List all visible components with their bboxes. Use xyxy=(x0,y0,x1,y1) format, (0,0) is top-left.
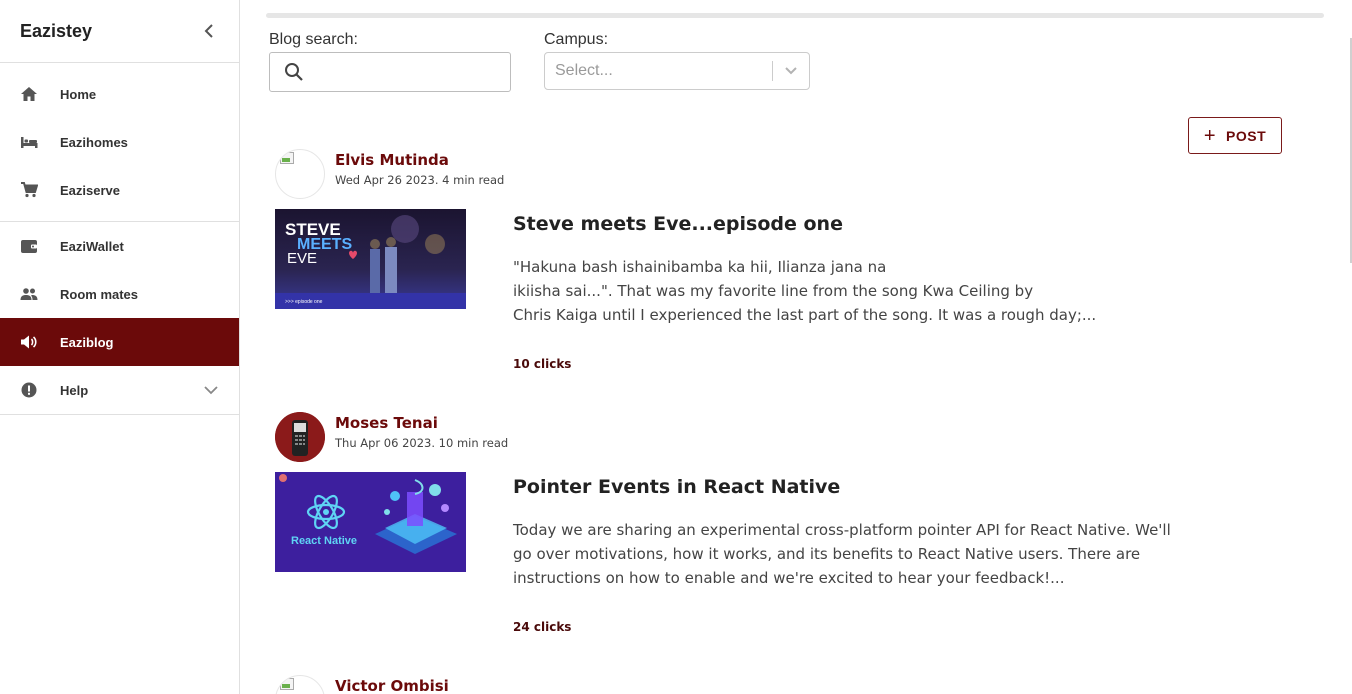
blog-search-label: Blog search: xyxy=(269,31,358,48)
post-thumbnail[interactable]: React Native xyxy=(275,472,466,572)
search-icon xyxy=(285,63,303,81)
plus-icon: + xyxy=(1203,124,1217,147)
campus-select-placeholder: Select... xyxy=(555,62,613,79)
author-name[interactable]: Victor Ombisi xyxy=(335,677,449,694)
thumbnail-text: >>> episode one xyxy=(285,299,323,305)
post-excerpt: Today we are sharing an experimental cro… xyxy=(513,518,1213,590)
author-meta: Moses Tenai Thu Apr 06 2023. 10 min read xyxy=(335,412,508,450)
new-post-button-label: POST xyxy=(1226,127,1267,144)
app-title: Eazistey xyxy=(20,20,93,41)
sidebar-item-help[interactable]: Help xyxy=(0,366,239,414)
campus-dropdown-toggle[interactable] xyxy=(773,66,809,76)
excerpt-line: Today we are sharing an experimental cro… xyxy=(513,521,1171,539)
sidebar-item-eaziserve[interactable]: Eaziserve xyxy=(0,166,239,214)
post-author: Victor Ombisi xyxy=(275,675,449,694)
sidebar-item-label: Eaziblog xyxy=(60,334,114,350)
author-meta: Victor Ombisi xyxy=(335,675,449,694)
sidebar-group-secondary: EaziWallet Room mates Eaziblog Help xyxy=(0,222,239,415)
excerpt-line: ikiisha sai...". That was my favorite li… xyxy=(513,282,1034,300)
chevron-down-icon xyxy=(204,386,218,395)
blog-search-input[interactable] xyxy=(312,64,502,80)
excerpt-line: Chris Kaiga until I experienced the last… xyxy=(513,306,1097,324)
top-progress-bar xyxy=(266,13,1324,18)
author-meta: Elvis Mutinda Wed Apr 26 2023. 4 min rea… xyxy=(335,149,504,187)
sidebar-item-eaziwallet[interactable]: EaziWallet xyxy=(0,222,239,270)
post-thumbnail[interactable]: STEVE MEETS EVE >>> episode one xyxy=(275,209,466,309)
people-icon xyxy=(20,285,38,303)
post-clicks: 10 clicks xyxy=(513,357,572,371)
thumbnail-text: EVE xyxy=(287,250,317,267)
post-date: Wed Apr 26 2023. 4 min read xyxy=(335,173,505,187)
author-name[interactable]: Moses Tenai xyxy=(335,414,508,432)
app: Eazistey Home Eazihomes Eaziserve EaziWa… xyxy=(0,0,1352,694)
sidebar-item-eaziblog[interactable]: Eaziblog xyxy=(0,318,239,366)
post-author: Moses Tenai Thu Apr 06 2023. 10 min read xyxy=(275,412,508,462)
thumbnail-text: React Native xyxy=(291,535,357,547)
sidebar-item-room-mates[interactable]: Room mates xyxy=(0,270,239,318)
wallet-icon xyxy=(20,237,38,255)
broken-image-icon xyxy=(280,152,294,164)
excerpt-line: go over motivations, how it works, and i… xyxy=(513,545,1141,563)
avatar[interactable] xyxy=(275,149,325,199)
collapse-sidebar-button[interactable] xyxy=(199,21,219,41)
main-content: Blog search: Campus: Select... + POST El… xyxy=(240,0,1352,694)
home-icon xyxy=(20,85,38,103)
excerpt-line: instructions on how to enable and we're … xyxy=(513,569,1065,587)
post-title[interactable]: Pointer Events in React Native xyxy=(513,476,840,498)
broken-image-icon xyxy=(280,678,294,690)
post-excerpt: "Hakuna bash ishainibamba ka hii, Ilianz… xyxy=(513,255,1213,327)
alert-icon xyxy=(20,381,38,399)
author-name[interactable]: Elvis Mutinda xyxy=(335,151,504,169)
sidebar-item-label: Eazihomes xyxy=(60,134,128,150)
campus-label: Campus: xyxy=(544,31,609,48)
sidebar-item-label: Eaziserve xyxy=(60,182,120,198)
avatar[interactable] xyxy=(275,412,325,462)
campus-select[interactable]: Select... xyxy=(544,52,810,90)
sidebar-item-label: Room mates xyxy=(60,286,139,302)
post-date: Thu Apr 06 2023. 10 min read xyxy=(335,436,509,450)
sidebar-item-eazihomes[interactable]: Eazihomes xyxy=(0,118,239,166)
blog-post: Moses Tenai Thu Apr 06 2023. 10 min read… xyxy=(275,412,1235,642)
post-title[interactable]: Steve meets Eve...episode one xyxy=(513,213,843,235)
chevron-left-icon xyxy=(204,24,213,38)
avatar[interactable] xyxy=(275,675,325,694)
blog-search-field[interactable] xyxy=(269,52,511,92)
blog-post: Victor Ombisi xyxy=(275,675,1235,694)
cart-icon xyxy=(20,181,38,199)
sidebar-item-home[interactable]: Home xyxy=(0,70,239,118)
sidebar-item-label: Help xyxy=(60,382,89,398)
bed-icon xyxy=(20,133,38,151)
sidebar-group-main: Home Eazihomes Eaziserve xyxy=(0,63,239,222)
sidebar-item-label: EaziWallet xyxy=(60,238,124,254)
sidebar: Eazistey Home Eazihomes Eaziserve EaziWa… xyxy=(0,0,240,694)
post-author: Elvis Mutinda Wed Apr 26 2023. 4 min rea… xyxy=(275,149,504,199)
megaphone-icon xyxy=(20,333,38,351)
blog-post: Elvis Mutinda Wed Apr 26 2023. 4 min rea… xyxy=(275,149,1235,379)
excerpt-line: "Hakuna bash ishainibamba ka hii, Ilianz… xyxy=(513,258,887,276)
post-clicks: 24 clicks xyxy=(513,620,572,634)
sidebar-item-label: Home xyxy=(60,86,97,102)
chevron-down-icon xyxy=(785,67,797,75)
sidebar-header: Eazistey xyxy=(0,0,239,63)
